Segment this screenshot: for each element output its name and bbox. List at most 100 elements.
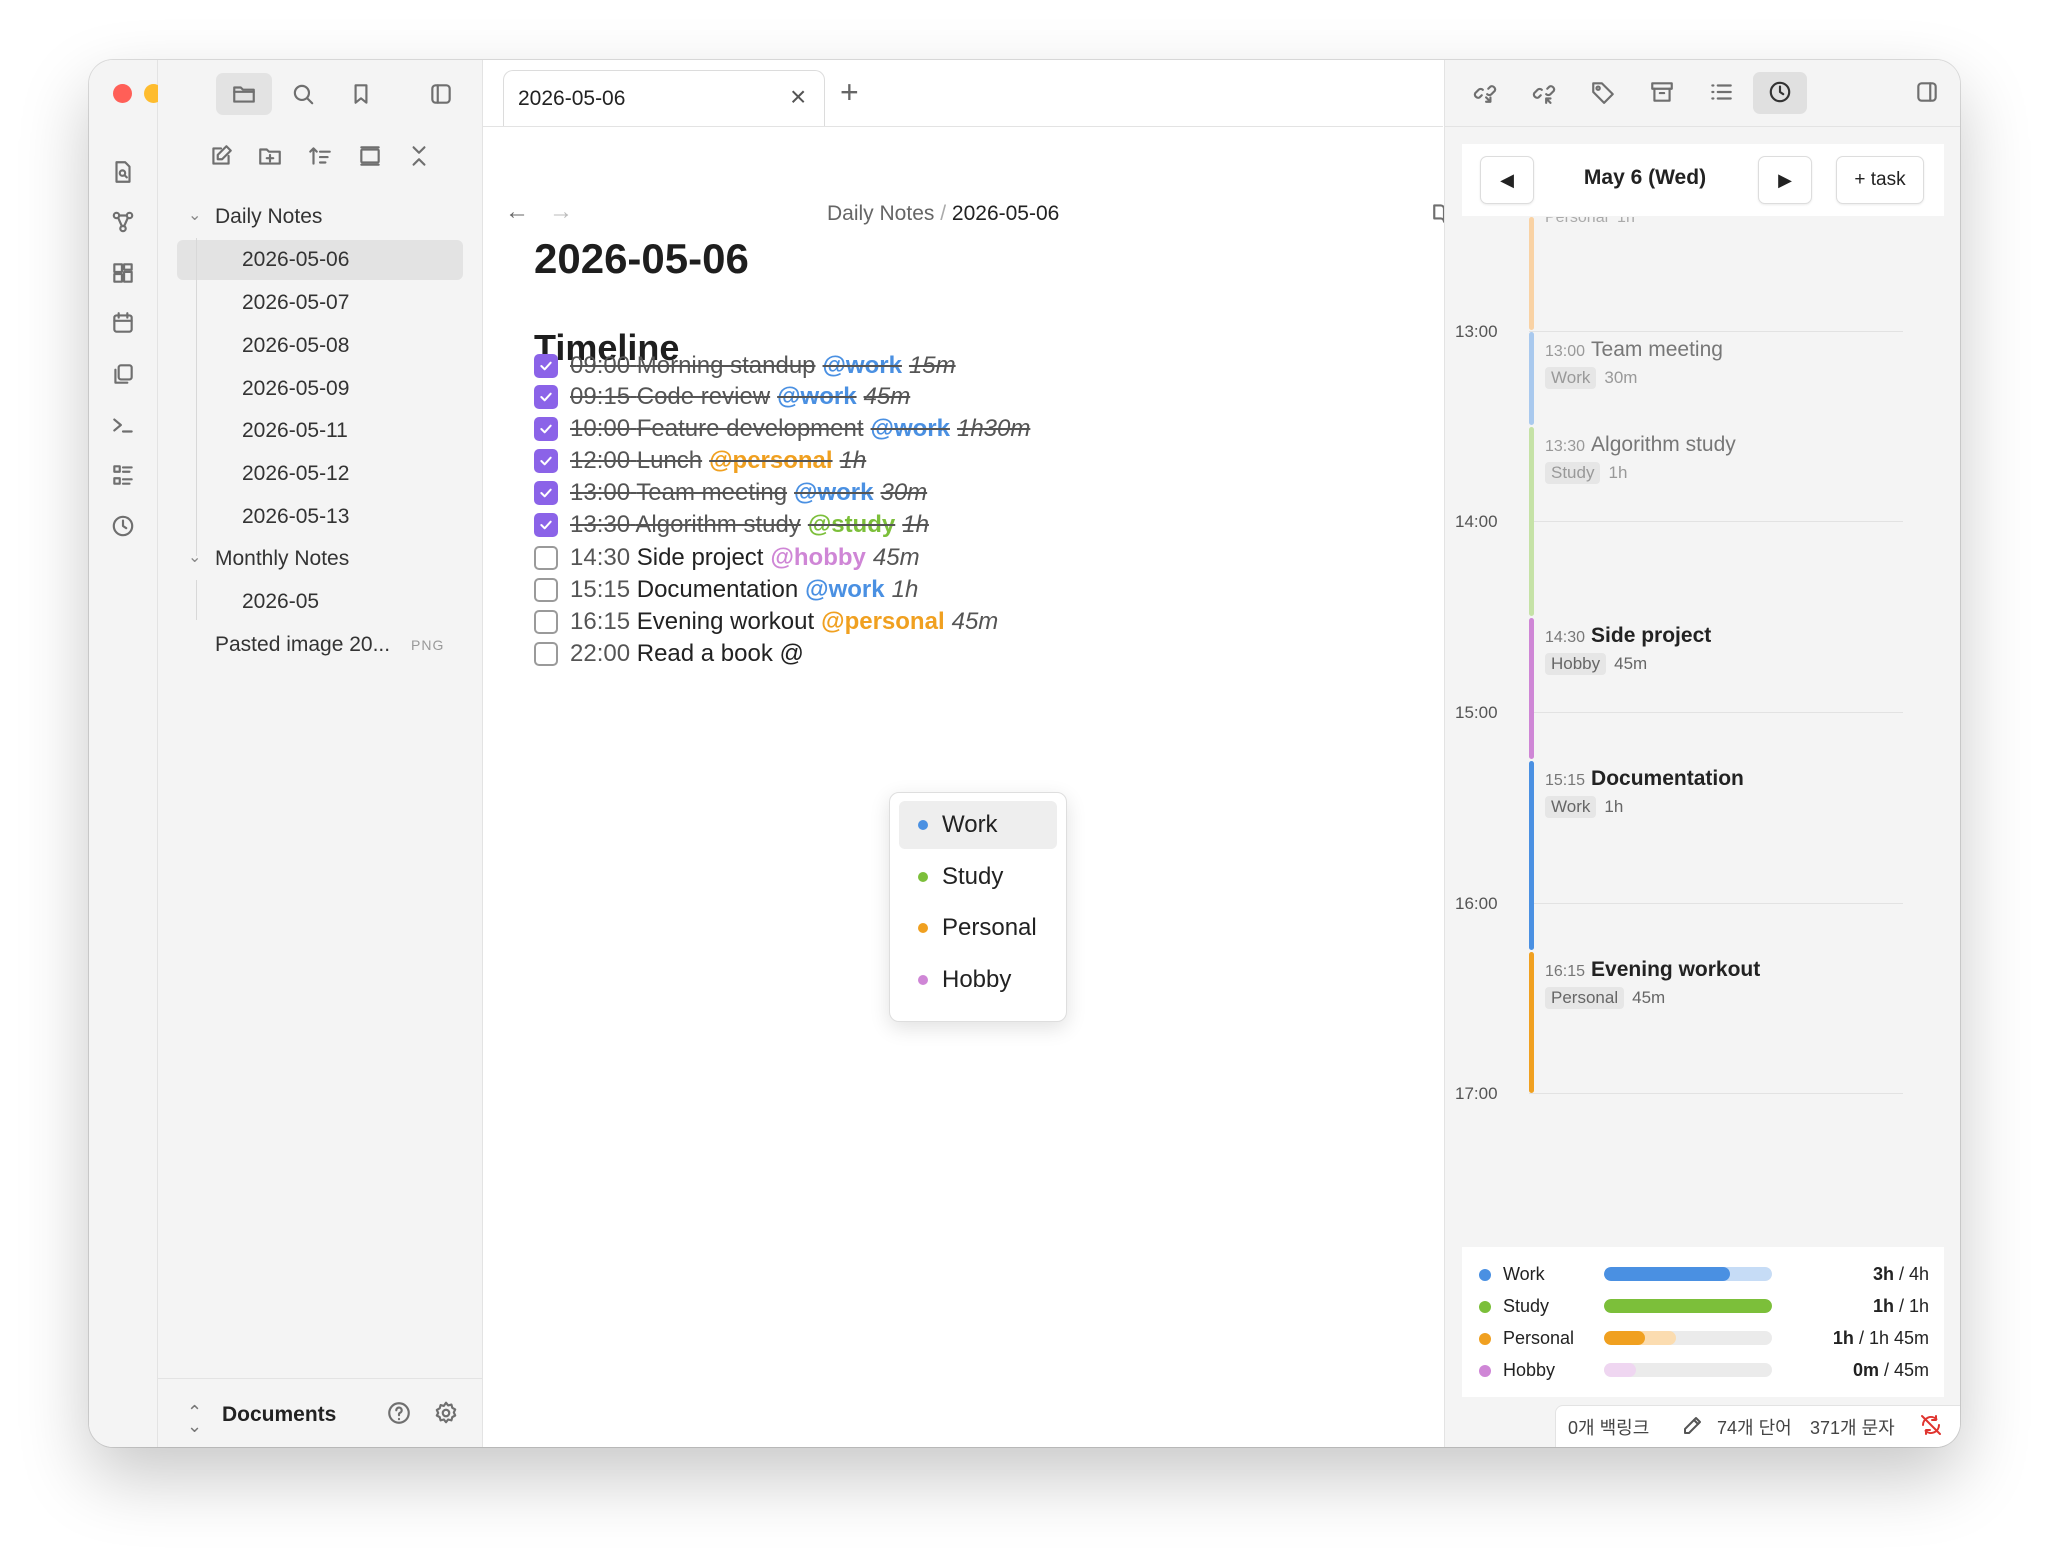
- task-checkbox-checked[interactable]: [534, 513, 558, 537]
- task-tag[interactable]: @work: [805, 576, 884, 603]
- clock-icon[interactable]: [1765, 77, 1795, 107]
- tree-guide-daily: [196, 238, 197, 556]
- folder-monthly-notes[interactable]: Monthly Notes: [215, 547, 349, 571]
- archive-icon[interactable]: [1647, 77, 1677, 107]
- task-checkbox[interactable]: [534, 610, 558, 634]
- folder-icon[interactable]: [229, 79, 259, 109]
- file-item-pasted-image[interactable]: Pasted image 20...: [215, 633, 390, 657]
- open-quick-switcher-icon[interactable]: [108, 157, 138, 187]
- file-item[interactable]: 2026-05-12: [242, 462, 349, 486]
- task-tag[interactable]: @personal: [821, 608, 944, 635]
- new-note-icon[interactable]: [206, 141, 236, 171]
- search-icon[interactable]: [288, 79, 318, 109]
- task-text[interactable]: 14:30 Side project @hobby 45m: [570, 544, 920, 572]
- copy-icon[interactable]: [108, 359, 138, 389]
- task-text[interactable]: 15:15 Documentation @work 1h: [570, 576, 918, 604]
- back-arrow-icon[interactable]: ←: [505, 198, 529, 226]
- collapse-right-sidebar-icon[interactable]: [1912, 77, 1942, 107]
- autocomplete-item-study[interactable]: Study: [899, 853, 1057, 901]
- new-tab-icon[interactable]: +: [840, 74, 859, 111]
- close-tab-icon[interactable]: ×: [790, 81, 806, 113]
- autocomplete-item-work[interactable]: Work: [899, 801, 1057, 849]
- graph-view-icon[interactable]: [108, 207, 138, 237]
- edit-pencil-icon[interactable]: [1681, 1413, 1705, 1442]
- timeline-block-algorithm-study[interactable]: 13:30 Algorithm study Study 1h: [1529, 427, 1903, 616]
- file-item[interactable]: 2026-05-09: [242, 377, 349, 401]
- timeline-block-team-meeting[interactable]: 13:00 Team meeting Work 30m: [1529, 332, 1903, 425]
- autocomplete-item-hobby[interactable]: Hobby: [899, 956, 1057, 1004]
- task-checkbox[interactable]: [534, 642, 558, 666]
- outgoing-links-icon[interactable]: [1529, 77, 1559, 107]
- settings-gear-icon[interactable]: [431, 1398, 461, 1428]
- sort-icon[interactable]: [305, 141, 335, 171]
- timeline-panel: ◀ May 6 (Wed) ▶ + task Personal 1h 13:00…: [1444, 60, 1960, 1447]
- note-title[interactable]: 2026-05-06: [534, 235, 749, 283]
- task-text[interactable]: 10:00 Feature development @work 1h30m: [570, 415, 1030, 443]
- file-item[interactable]: 2026-05-07: [242, 291, 349, 315]
- bookmark-icon[interactable]: [346, 79, 376, 109]
- timeline-block-documentation[interactable]: 15:15 Documentation Work 1h: [1529, 761, 1903, 950]
- task-checkbox-checked[interactable]: [534, 354, 558, 378]
- folder-daily-notes[interactable]: Daily Notes: [215, 205, 322, 229]
- task-checkbox-checked[interactable]: [534, 481, 558, 505]
- timeline-block-side-project[interactable]: 14:30 Side project Hobby 45m: [1529, 618, 1903, 759]
- outline-list-icon[interactable]: [1706, 77, 1736, 107]
- task-tag[interactable]: @study: [808, 511, 895, 538]
- task-text[interactable]: 09:00 Morning standup @work 15m: [570, 352, 956, 380]
- task-checkbox-checked[interactable]: [534, 385, 558, 409]
- task-tag[interactable]: @work: [871, 415, 950, 442]
- task-text[interactable]: 12:00 Lunch @personal 1h: [570, 447, 866, 475]
- task-checkbox-checked[interactable]: [534, 417, 558, 441]
- auto-reveal-icon[interactable]: [355, 141, 385, 171]
- autocomplete-item-personal[interactable]: Personal: [899, 904, 1057, 952]
- timeline-block-evening-workout[interactable]: 16:15 Evening workout Personal 45m: [1529, 952, 1903, 1093]
- timeline-scroll-area[interactable]: Personal 1h 13:00 14:00 15:00 16:00 17:0…: [1445, 217, 1960, 1307]
- task-checkbox-checked[interactable]: [534, 449, 558, 473]
- vault-name[interactable]: Documents: [222, 1403, 336, 1427]
- breadcrumb-folder[interactable]: Daily Notes: [827, 202, 934, 225]
- task-text[interactable]: 13:30 Algorithm study @study 1h: [570, 511, 929, 539]
- backlinks-icon[interactable]: [1470, 77, 1500, 107]
- task-tag[interactable]: @work: [794, 479, 873, 506]
- status-backlinks[interactable]: 0개 백링크: [1568, 1414, 1649, 1440]
- task-checkbox[interactable]: [534, 546, 558, 570]
- list-layout-icon[interactable]: [108, 460, 138, 490]
- file-item[interactable]: 2026-05-06: [242, 248, 349, 272]
- forward-arrow-icon[interactable]: →: [549, 198, 573, 226]
- canvas-icon[interactable]: [108, 258, 138, 288]
- task-tag[interactable]: @hobby: [770, 544, 865, 571]
- tags-icon[interactable]: [1588, 77, 1618, 107]
- help-icon[interactable]: [384, 1398, 414, 1428]
- clock-icon[interactable]: [108, 511, 138, 541]
- summary-label: Study: [1503, 1296, 1550, 1316]
- file-item[interactable]: 2026-05: [242, 590, 319, 614]
- block-category: Work: [1545, 367, 1597, 389]
- task-checkbox[interactable]: [534, 578, 558, 602]
- task-tag[interactable]: @work: [777, 383, 856, 410]
- add-task-button[interactable]: + task: [1836, 156, 1924, 204]
- block-duration: 1h: [1608, 463, 1628, 482]
- collapse-left-sidebar-icon[interactable]: [426, 79, 456, 109]
- task-text[interactable]: 09:15 Code review @work 45m: [570, 383, 910, 411]
- vault-switcher-chevrons-icon[interactable]: ⌃ ⌄: [187, 1403, 202, 1435]
- terminal-icon[interactable]: [108, 410, 138, 440]
- task-text[interactable]: 22:00 Read a book @: [570, 640, 804, 668]
- chevron-down-icon[interactable]: ⌄: [188, 205, 201, 225]
- task-text[interactable]: 16:15 Evening workout @personal 45m: [570, 608, 998, 636]
- collapse-all-icon[interactable]: [404, 141, 434, 171]
- new-folder-icon[interactable]: [255, 141, 285, 171]
- next-day-button[interactable]: ▶: [1758, 156, 1812, 204]
- file-item[interactable]: 2026-05-11: [242, 419, 348, 443]
- task-tag[interactable]: @work: [823, 352, 902, 379]
- task-text[interactable]: 13:00 Team meeting @work 30m: [570, 479, 927, 507]
- sync-error-icon[interactable]: [1919, 1413, 1943, 1442]
- chevron-down-icon[interactable]: ⌄: [188, 547, 201, 567]
- breadcrumb-file[interactable]: 2026-05-06: [952, 202, 1059, 225]
- task-tag[interactable]: @personal: [709, 447, 832, 474]
- file-item[interactable]: 2026-05-08: [242, 334, 349, 358]
- file-item[interactable]: 2026-05-13: [242, 505, 349, 529]
- prev-day-button[interactable]: ◀: [1480, 156, 1534, 204]
- calendar-icon[interactable]: [108, 308, 138, 338]
- tab-active-note[interactable]: 2026-05-06 ×: [503, 70, 825, 127]
- close-window-button[interactable]: [113, 84, 132, 103]
